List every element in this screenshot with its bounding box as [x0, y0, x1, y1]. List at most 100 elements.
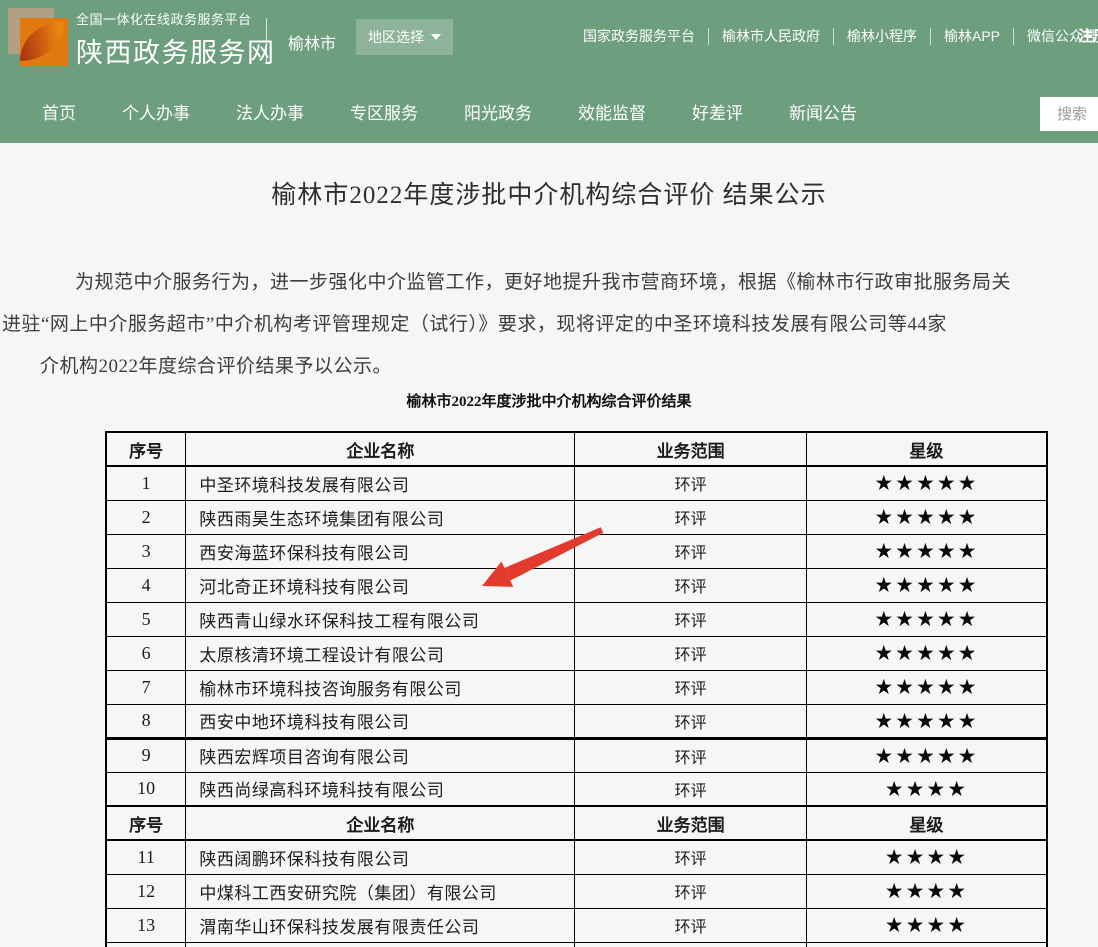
table-row: 5陕西青山绿水环保科技工程有限公司环评★★★★★: [106, 602, 1047, 636]
top-link-1[interactable]: 榆林市人民政府: [709, 26, 833, 46]
top-link-0[interactable]: 国家政务服务平台: [570, 26, 708, 46]
nav-item-1[interactable]: 个人办事: [122, 99, 190, 124]
cell-no: 2: [106, 500, 186, 534]
column-header: 序号: [106, 806, 186, 840]
cell-stars: ★★★★★: [806, 704, 1047, 738]
cell-scope: 环评: [575, 874, 806, 908]
table-header-row: 序号企业名称业务范围星级: [106, 432, 1047, 466]
cell-stars: ★★★★★: [806, 738, 1047, 772]
register-link[interactable]: 注册: [1078, 25, 1098, 46]
cell-no: 11: [106, 840, 186, 874]
cell-stars: ★★★★★: [806, 466, 1047, 500]
nav-item-4[interactable]: 阳光政务: [464, 99, 532, 124]
table-row: 11陕西阔鹏环保科技有限公司环评★★★★: [106, 840, 1047, 874]
cell-no: 7: [106, 670, 186, 704]
column-header: 业务范围: [575, 432, 806, 466]
main-nav: 首页 个人办事 法人办事 专区服务 阳光政务 效能监督 好差评 新闻公告: [0, 80, 1098, 143]
cell-no: 10: [106, 772, 186, 806]
cell-scope: 环评: [575, 704, 806, 738]
cell-stars: ★★★★: [806, 908, 1047, 942]
brand-block: 全国一体化在线政务服务平台 陕西政务服务网: [76, 9, 276, 70]
logo-leaf-icon: [20, 21, 65, 61]
nav-item-3[interactable]: 专区服务: [350, 99, 418, 124]
cell-name: 陕西尚绿高科环境科技有限公司: [186, 772, 575, 806]
cell-scope: 环评: [575, 738, 806, 772]
cell-name: 太原核清环境工程设计有限公司: [186, 636, 575, 670]
table-row: 9陕西宏辉项目咨询有限公司环评★★★★★: [106, 738, 1047, 772]
site-header: 全国一体化在线政务服务平台 陕西政务服务网 榆林市 地区选择 国家政务服务平台榆…: [0, 0, 1098, 143]
cell-scope: 环评: [575, 602, 806, 636]
table-caption: 榆林市2022年度涉批中介机构综合评价结果: [0, 390, 1098, 411]
table-row: 12中煤科工西安研究院（集团）有限公司环评★★★★: [106, 874, 1047, 908]
cell-empty: [575, 942, 806, 947]
cell-no: 4: [106, 568, 186, 602]
cell-stars: ★★★★★: [806, 500, 1047, 534]
cell-scope: 环评: [575, 908, 806, 942]
nav-item-2[interactable]: 法人办事: [236, 99, 304, 124]
column-header: 企业名称: [186, 432, 575, 466]
search-input[interactable]: [1040, 97, 1098, 131]
evaluation-table: 序号企业名称业务范围星级1中圣环境科技发展有限公司环评★★★★★2陕西雨昊生态环…: [105, 431, 1048, 947]
table-row-partial: [106, 942, 1047, 947]
cell-stars: ★★★★★: [806, 602, 1047, 636]
cell-stars: ★★★★: [806, 772, 1047, 806]
cell-stars: ★★★★★: [806, 636, 1047, 670]
page: { "colors": { "header_green": "#6d9e7e",…: [0, 0, 1098, 947]
nav-item-5[interactable]: 效能监督: [578, 99, 646, 124]
cell-no: 3: [106, 534, 186, 568]
cell-name: 渭南华山环保科技发展有限责任公司: [186, 908, 575, 942]
cell-scope: 环评: [575, 840, 806, 874]
platform-label: 全国一体化在线政务服务平台: [76, 9, 276, 28]
page-title: 榆林市2022年度涉批中介机构综合评价 结果公示: [0, 175, 1098, 211]
cell-name: 西安中地环境科技有限公司: [186, 704, 575, 738]
table-header-row: 序号企业名称业务范围星级: [106, 806, 1047, 840]
column-header: 星级: [806, 432, 1047, 466]
cell-name: 榆林市环境科技咨询服务有限公司: [186, 670, 575, 704]
cell-name: 西安海蓝环保科技有限公司: [186, 534, 575, 568]
region-select-button[interactable]: 地区选择: [356, 19, 453, 55]
cell-name: 陕西宏辉项目咨询有限公司: [186, 738, 575, 772]
cell-name: 陕西青山绿水环保科技工程有限公司: [186, 602, 575, 636]
nav-item-0[interactable]: 首页: [42, 99, 76, 124]
cell-stars: ★★★★★: [806, 670, 1047, 704]
cell-name: 中煤科工西安研究院（集团）有限公司: [186, 874, 575, 908]
top-link-2[interactable]: 榆林小程序: [834, 26, 930, 46]
evaluation-table-body: 序号企业名称业务范围星级1中圣环境科技发展有限公司环评★★★★★2陕西雨昊生态环…: [106, 432, 1047, 947]
caret-down-icon: [431, 34, 441, 40]
cell-scope: 环评: [575, 772, 806, 806]
site-name: 陕西政务服务网: [76, 31, 276, 70]
table-row: 2陕西雨昊生态环境集团有限公司环评★★★★★: [106, 500, 1047, 534]
cell-scope: 环评: [575, 500, 806, 534]
top-links: 国家政务服务平台榆林市人民政府榆林小程序榆林APP微信公众号: [570, 26, 1098, 46]
announcement-paragraph: 为规范中介服务行为，进一步强化中介监管工作，更好地提升我市营商环境，根据《榆林市…: [0, 262, 1098, 388]
cell-no: 13: [106, 908, 186, 942]
cell-stars: ★★★★: [806, 840, 1047, 874]
cell-stars: ★★★★: [806, 874, 1047, 908]
brand-divider: [266, 18, 267, 62]
logo-orange-square: [20, 18, 68, 66]
table-row: 10陕西尚绿高科环境科技有限公司环评★★★★: [106, 772, 1047, 806]
cell-stars: ★★★★★: [806, 568, 1047, 602]
cell-empty: [106, 942, 186, 947]
cell-no: 1: [106, 466, 186, 500]
site-logo: [6, 6, 70, 70]
cell-name: 河北奇正环境科技有限公司: [186, 568, 575, 602]
table-row: 4河北奇正环境科技有限公司环评★★★★★: [106, 568, 1047, 602]
cell-no: 5: [106, 602, 186, 636]
column-header: 序号: [106, 432, 186, 466]
column-header: 企业名称: [186, 806, 575, 840]
cell-no: 8: [106, 704, 186, 738]
table-row: 3西安海蓝环保科技有限公司环评★★★★★: [106, 534, 1047, 568]
top-link-3[interactable]: 榆林APP: [931, 26, 1013, 46]
nav-item-7[interactable]: 新闻公告: [789, 99, 857, 124]
cell-scope: 环评: [575, 534, 806, 568]
column-header: 星级: [806, 806, 1047, 840]
current-city-label: 榆林市: [288, 30, 336, 54]
paragraph-line: 介机构2022年度综合评价结果予以公示。: [40, 346, 1098, 388]
table-row: 6太原核清环境工程设计有限公司环评★★★★★: [106, 636, 1047, 670]
cell-empty: [806, 942, 1047, 947]
table-row: 7榆林市环境科技咨询服务有限公司环评★★★★★: [106, 670, 1047, 704]
column-header: 业务范围: [575, 806, 806, 840]
nav-item-6[interactable]: 好差评: [692, 99, 743, 124]
cell-name: 陕西阔鹏环保科技有限公司: [186, 840, 575, 874]
